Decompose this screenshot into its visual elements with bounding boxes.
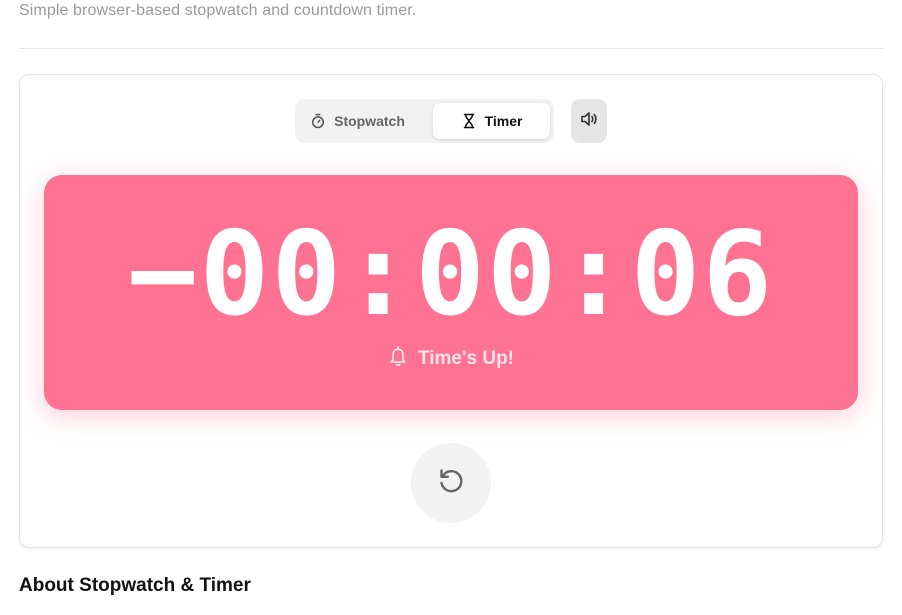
hourglass-icon <box>461 113 477 129</box>
timer-mode-button[interactable]: Timer <box>433 103 550 139</box>
header-divider <box>19 48 883 49</box>
reset-icon <box>436 466 466 501</box>
time-readout: −00:00:06 <box>127 207 775 342</box>
stopwatch-mode-button[interactable]: Stopwatch <box>299 103 416 139</box>
sound-toggle-button[interactable] <box>571 99 607 143</box>
timer-display-panel: −00:00:06 Time's Up! <box>44 175 858 410</box>
speaker-icon <box>579 109 599 134</box>
timer-status-text: Time's Up! <box>417 348 515 369</box>
about-heading: About Stopwatch & Timer <box>19 575 251 596</box>
mode-toggle: Stopwatch Timer <box>295 99 554 143</box>
timer-mode-label: Timer <box>484 113 523 129</box>
timer-status: Time's Up! <box>44 345 858 373</box>
page-subtitle: Simple browser-based stopwatch and count… <box>19 2 417 19</box>
reset-button[interactable] <box>411 443 491 523</box>
stopwatch-icon <box>310 113 326 129</box>
bell-icon <box>388 345 408 373</box>
stopwatch-mode-label: Stopwatch <box>334 113 405 129</box>
